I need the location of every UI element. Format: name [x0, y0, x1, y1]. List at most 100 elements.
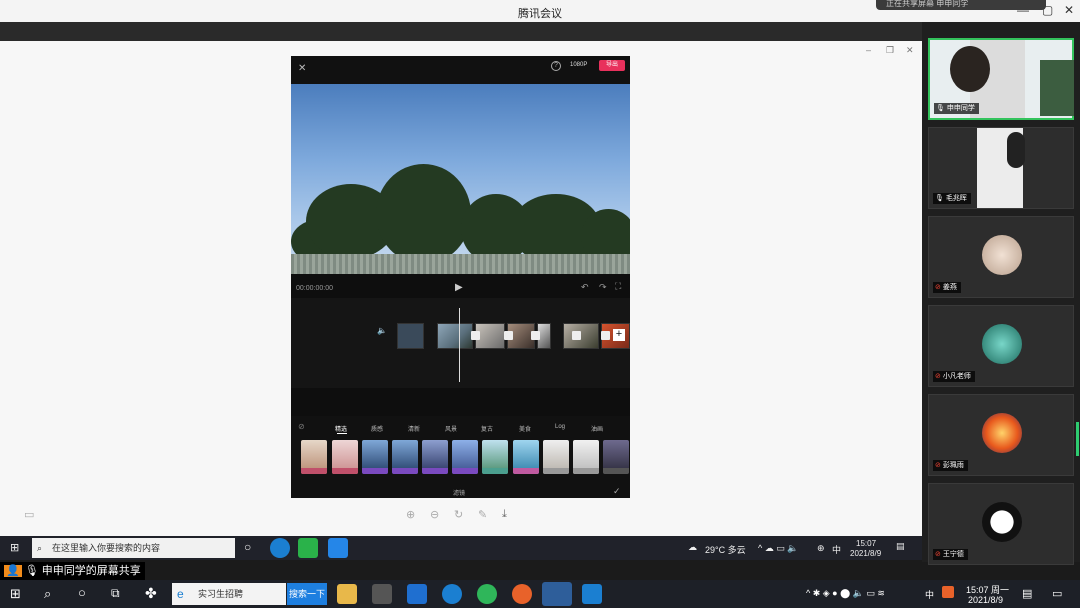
store-icon[interactable]	[372, 584, 392, 604]
resolution-select[interactable]: 1080P	[570, 62, 587, 68]
participant-tile[interactable]: ⊘ 王宁德	[928, 483, 1074, 565]
no-filter-icon[interactable]: ⊘	[298, 422, 305, 431]
rotate-icon[interactable]: ↻	[454, 508, 463, 521]
close-button[interactable]: ✕	[1064, 3, 1074, 17]
search-button[interactable]: 搜索一下	[287, 583, 327, 605]
share-close-icon[interactable]: ✕	[906, 45, 914, 56]
annotate-icon[interactable]: ✎	[478, 508, 487, 521]
filter-thumb[interactable]	[362, 440, 388, 474]
clock-date[interactable]: 2021/8/9	[850, 549, 881, 558]
browser-icon[interactable]	[477, 584, 497, 604]
add-clip-icon[interactable]: +	[613, 329, 625, 341]
windows-start-icon[interactable]: ⊞	[10, 586, 21, 602]
download-icon[interactable]: ⤓	[502, 508, 507, 521]
filter-tab[interactable]: 复古	[481, 424, 493, 433]
input-method-icon[interactable]	[942, 586, 954, 598]
search-icon[interactable]: ⌕	[44, 586, 51, 602]
sharing-notification[interactable]: 正在共享屏幕 申申同学	[876, 0, 1046, 10]
play-icon[interactable]: ▶	[455, 282, 463, 293]
clock-date[interactable]: 2021/8/9	[968, 595, 1003, 605]
participant-tile[interactable]: 🎙 申申同学	[928, 38, 1074, 120]
fullscreen-icon[interactable]: ⛶	[615, 281, 621, 292]
filter-thumb[interactable]	[603, 440, 629, 474]
notification-icon[interactable]: ▭	[1052, 587, 1062, 600]
app-icon[interactable]	[328, 538, 348, 558]
timeline-track[interactable]: 🔈 +	[291, 298, 630, 388]
share-minimize-icon[interactable]: ‒	[866, 45, 871, 55]
filter-thumb[interactable]	[452, 440, 478, 474]
clip-thumb-1[interactable]	[437, 323, 473, 349]
video-background	[1040, 60, 1074, 116]
share-restore-icon[interactable]: ❐	[886, 45, 894, 56]
ime-indicator[interactable]: 中	[832, 543, 841, 556]
filter-thumb[interactable]	[573, 440, 599, 474]
filter-tab[interactable]: 风景	[445, 424, 457, 433]
participant-tile[interactable]: ⊘ 小凡老师	[928, 305, 1074, 387]
network-icon[interactable]: ⊕	[817, 543, 825, 554]
firefox-icon[interactable]	[512, 584, 532, 604]
filter-tab[interactable]: 质感	[371, 424, 383, 433]
playhead[interactable]	[459, 308, 460, 382]
task-view-icon[interactable]: ○	[244, 540, 251, 554]
notification-icon[interactable]: ▤	[896, 541, 905, 552]
export-button[interactable]: 导出	[599, 60, 625, 71]
editor-close-icon[interactable]: ✕	[298, 63, 306, 74]
filter-tab[interactable]: 美食	[519, 424, 531, 433]
transition-marker[interactable]	[531, 331, 540, 340]
zoom-in-icon[interactable]: ⊕	[406, 508, 415, 521]
filter-thumb[interactable]	[392, 440, 418, 474]
tray-icons[interactable]: ^ ☁ ▭ 🔈	[758, 543, 798, 554]
filter-thumb[interactable]	[513, 440, 539, 474]
task-view-icon[interactable]: ⧉	[111, 586, 120, 601]
filter-panel: ⊘ 精选 质感 清新 风景 复古 美食 Log 油画 滤镜 ✓	[291, 416, 630, 498]
filter-tab[interactable]: 清新	[408, 424, 420, 433]
edge-icon[interactable]	[442, 584, 462, 604]
clip-thumb-5[interactable]	[563, 323, 599, 349]
undo-icon[interactable]: ↶	[581, 282, 589, 293]
avatar	[982, 502, 1022, 542]
filter-tab[interactable]: Log	[555, 424, 565, 430]
filter-thumb[interactable]	[422, 440, 448, 474]
participant-tile[interactable]: ⊘ 彭珮雨	[928, 394, 1074, 476]
file-explorer-icon[interactable]	[337, 584, 357, 604]
sidebar-toggle-icon[interactable]: ▭	[24, 508, 34, 521]
browser-search-input[interactable]: e 实习生招聘	[172, 583, 286, 605]
filter-thumb[interactable]	[301, 440, 327, 474]
participant-sidebar: 🎙 申申同学 🎙 毛兆晖 ⊘ 姜燕 ⊘ 小凡老师 ⊘ 彭珮雨 ⊘ 王宁德	[922, 22, 1080, 565]
cortana-icon[interactable]: ○	[78, 585, 86, 600]
help-icon[interactable]: ?	[551, 61, 561, 71]
ime-indicator[interactable]: 中	[925, 588, 934, 601]
video-person	[950, 46, 990, 92]
windows-taskbar: ⊞ ⌕ ○ ⧉ ✤ e 实习生招聘 搜索一下 ^ ✱ ◈ ● ⬤ 🔈 ▭ ≋ 中…	[0, 580, 1080, 608]
avatar	[982, 324, 1022, 364]
action-center-icon[interactable]: ▤	[1022, 587, 1032, 600]
filter-thumb[interactable]	[543, 440, 569, 474]
redo-icon[interactable]: ↷	[599, 282, 607, 293]
transition-marker[interactable]	[601, 331, 610, 340]
sidebar-scrollbar[interactable]	[1076, 422, 1079, 456]
wechat-icon[interactable]	[298, 538, 318, 558]
participant-tile[interactable]: 🎙 毛兆晖	[928, 127, 1074, 209]
mail-icon[interactable]	[407, 584, 427, 604]
transition-marker[interactable]	[471, 331, 480, 340]
meeting-app-icon[interactable]: ✤	[145, 585, 157, 602]
filter-thumb[interactable]	[482, 440, 508, 474]
tray-icons[interactable]: ^ ✱ ◈ ● ⬤ 🔈 ▭ ≋	[806, 588, 885, 599]
mute-icon[interactable]: 🔈	[377, 326, 387, 335]
weather-text[interactable]: 29°C 多云	[705, 543, 746, 556]
app-icon[interactable]	[582, 584, 602, 604]
transition-marker[interactable]	[504, 331, 513, 340]
zoom-out-icon[interactable]: ⊖	[430, 508, 439, 521]
taskbar-search-input[interactable]: ⌕ 在这里输入你要搜索的内容	[32, 538, 235, 558]
participant-tile[interactable]: ⊘ 姜燕	[928, 216, 1074, 298]
confirm-icon[interactable]: ✓	[613, 486, 621, 497]
cover-thumb[interactable]	[397, 323, 424, 349]
windows-start-icon[interactable]: ⊞	[10, 541, 19, 554]
clock-time[interactable]: 15:07	[856, 539, 876, 548]
edge-icon[interactable]	[270, 538, 290, 558]
filter-tab[interactable]: 精选	[335, 424, 347, 433]
filter-thumb[interactable]	[332, 440, 358, 474]
active-app-icon[interactable]	[542, 582, 572, 606]
transition-marker[interactable]	[572, 331, 581, 340]
filter-tab[interactable]: 油画	[591, 424, 603, 433]
